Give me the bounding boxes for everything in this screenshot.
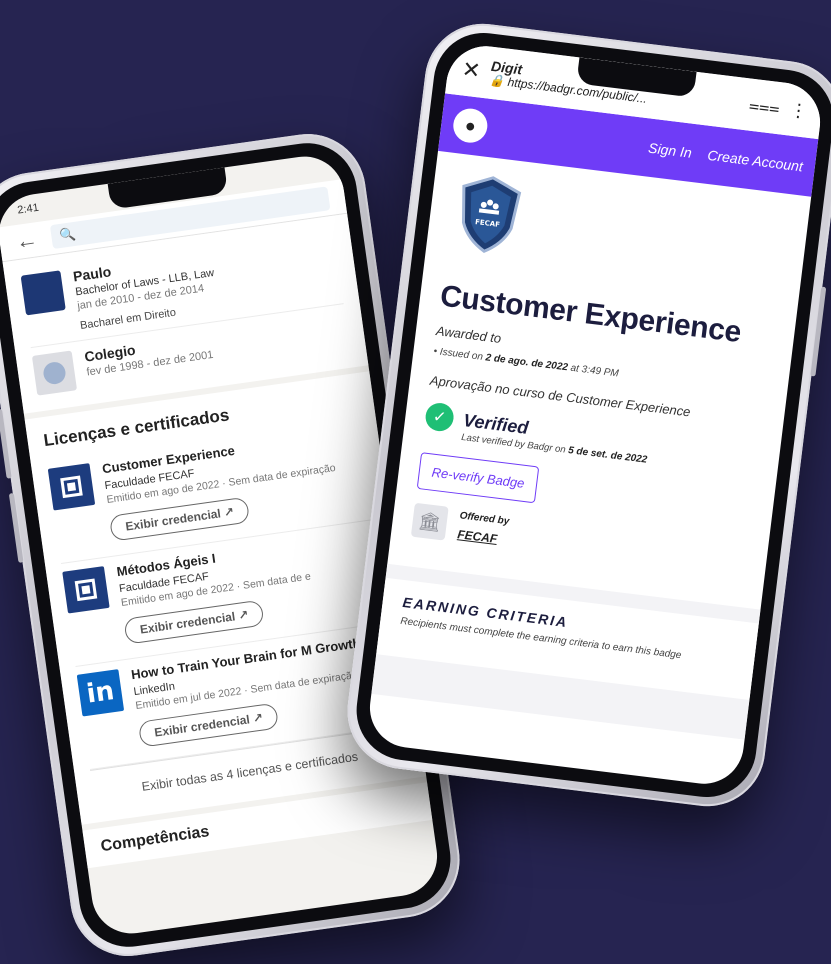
more-menu-icon[interactable]: ⋮ (788, 99, 809, 122)
create-account-link[interactable]: Create Account (707, 147, 804, 175)
show-credential-button[interactable]: Exibir credencial ↗ (137, 702, 280, 748)
back-arrow-icon[interactable]: ← (14, 226, 39, 255)
volume-up-button (0, 408, 12, 479)
school-logo (31, 350, 78, 396)
show-credential-button[interactable]: Exibir credencial ↗ (123, 599, 266, 645)
offered-by: 🏛 Offered by FECAF (410, 502, 749, 578)
earning-criteria-section: EARNING CRITERIA Recipients must complet… (371, 563, 761, 740)
check-icon: ✓ (423, 401, 456, 433)
issued-prefix: Issued on (439, 346, 484, 363)
offered-by-label: Offered by (459, 509, 510, 527)
external-link-icon: ↗ (251, 710, 264, 726)
badge-details: FECAF Customer Experience Awarded to • I… (391, 151, 811, 580)
fecaf-logo (47, 463, 96, 511)
issued-time: at 3:49 PM (569, 362, 620, 380)
badgr-screen: ✕ Digit 🔒 https://badgr.com/public/... ⩶… (365, 41, 825, 789)
external-link-icon: ↗ (237, 607, 250, 623)
badgr-logo[interactable]: ● (451, 106, 490, 145)
linkedin-logo: in (76, 668, 125, 717)
button-label: Exibir credencial (153, 712, 251, 740)
sign-in-link[interactable]: Sign In (647, 140, 692, 161)
institution-icon: 🏛 (410, 502, 449, 541)
badgr-phone: ✕ Digit 🔒 https://badgr.com/public/... ⩶… (340, 17, 831, 813)
volume-down-button (8, 492, 24, 563)
close-icon[interactable]: ✕ (461, 56, 482, 84)
power-button (810, 286, 827, 377)
reverify-badge-button[interactable]: Re-verify Badge (416, 452, 540, 504)
search-icon: 🔍 (58, 225, 77, 243)
show-credential-button[interactable]: Exibir credencial ↗ (108, 496, 251, 542)
status-time: 2:41 (16, 201, 40, 217)
external-link-icon: ↗ (222, 504, 235, 520)
fecaf-logo (62, 565, 110, 614)
lock-icon: 🔒 (488, 72, 506, 89)
badge-shield-icon: FECAF (461, 176, 522, 253)
school-logo (20, 270, 66, 316)
phone-bezel: ✕ Digit 🔒 https://badgr.com/public/... ⩶… (350, 27, 831, 803)
share-icon[interactable]: ⩶ (748, 94, 781, 119)
issued-date: 2 de ago. de 2022 (484, 352, 569, 374)
button-label: Exibir credencial (139, 609, 237, 637)
issuer-link[interactable]: FECAF (457, 527, 508, 547)
button-label: Exibir credencial (124, 506, 222, 534)
